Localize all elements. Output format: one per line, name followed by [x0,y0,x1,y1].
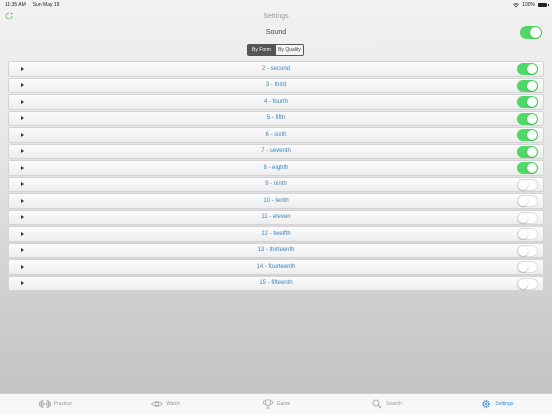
segment-by-quality[interactable]: By Quality [275,45,303,55]
interval-row[interactable]: 8 - eighth [8,160,544,176]
interval-toggle[interactable] [517,63,538,75]
interval-label: 2 - second [261,65,291,72]
tab-bar: Practice Watch Game Search Settings [0,393,552,414]
practice-icon [38,399,51,409]
interval-toggle[interactable] [517,195,538,207]
interval-row[interactable]: 14 - fourteenth [8,259,544,275]
sort-segmented-control[interactable]: By Form By Quality [247,44,304,56]
interval-toggle[interactable] [517,112,538,125]
tab-settings[interactable]: Settings [442,394,552,414]
interval-row[interactable]: 6 - sixth [8,127,544,143]
interval-row[interactable]: 2 - second [8,61,544,77]
battery-icon [538,3,549,7]
interval-toggle[interactable] [517,277,538,290]
interval-label: 3 - third [265,82,287,89]
tab-label: Practice [53,401,72,407]
tab-label: Search [386,401,402,407]
search-icon [371,399,383,409]
interval-label: 8 - eighth [263,164,289,171]
tab-label: Game [276,401,291,407]
tab-label: Settings [495,401,514,407]
interval-label: 14 - fourteenth [256,263,296,270]
interval-label: 13 - thirteenth [257,247,295,254]
status-time: 11:35 AM [5,2,26,8]
status-date: Sun May 19 [32,2,60,8]
battery-percent: 100% [522,2,535,8]
interval-row[interactable]: 4 - fourth [8,94,544,110]
interval-label: 12 - twelfth [261,230,291,237]
wifi-icon [513,2,520,7]
tab-watch[interactable]: Watch [110,394,220,414]
interval-label: 11 - eleven [261,214,291,221]
eye-icon [151,399,164,409]
interval-label: 4 - fourth [263,98,288,105]
interval-toggle[interactable] [517,79,538,92]
interval-row[interactable]: 10 - tenth [8,193,544,209]
interval-label: 10 - tenth [263,197,289,204]
interval-row[interactable]: 5 - fifth [8,110,544,126]
interval-label: 5 - fifth [266,115,286,122]
page-title: Settings [263,13,289,20]
interval-toggle[interactable] [517,228,538,240]
interval-label: 6 - sixth [265,131,287,138]
interval-row[interactable]: 12 - twelfth [8,226,544,242]
interval-toggle[interactable] [517,261,538,273]
sound-toggle[interactable] [520,26,542,39]
interval-toggle[interactable] [517,178,538,191]
tab-practice[interactable]: Practice [0,394,110,414]
interval-toggle[interactable] [517,129,538,141]
interval-row[interactable]: 9 - ninth [8,176,544,192]
interval-row[interactable]: 11 - eleven [8,209,544,225]
segment-by-form[interactable]: By Form [248,45,275,55]
interval-label: 15 - fifteenth [259,280,293,287]
tab-label: Watch [166,401,181,407]
tab-search[interactable]: Search [331,394,441,414]
interval-toggle[interactable] [517,211,538,224]
interval-list: 2 - second 3 - third 4 - fourth 5 - fifth 6 … [8,61,544,292]
interval-row[interactable]: 3 - third [8,77,544,93]
interval-row[interactable]: 15 - fifteenth [8,275,544,291]
trophy-icon [262,399,274,409]
sound-label: Sound [265,29,287,36]
interval-row[interactable]: 7 - seventh [8,143,544,159]
tab-game[interactable]: Game [221,394,331,414]
status-bar: 11:35 AM Sun May 19 100% [0,0,552,10]
interval-toggle[interactable] [517,162,538,174]
interval-label: 9 - ninth [265,181,287,188]
interval-toggle[interactable] [517,145,538,158]
interval-row[interactable]: 13 - thirteenth [8,242,544,258]
interval-toggle[interactable] [517,96,538,108]
interval-label: 7 - seventh [261,148,291,155]
interval-toggle[interactable] [517,244,538,257]
gear-icon [480,399,492,409]
